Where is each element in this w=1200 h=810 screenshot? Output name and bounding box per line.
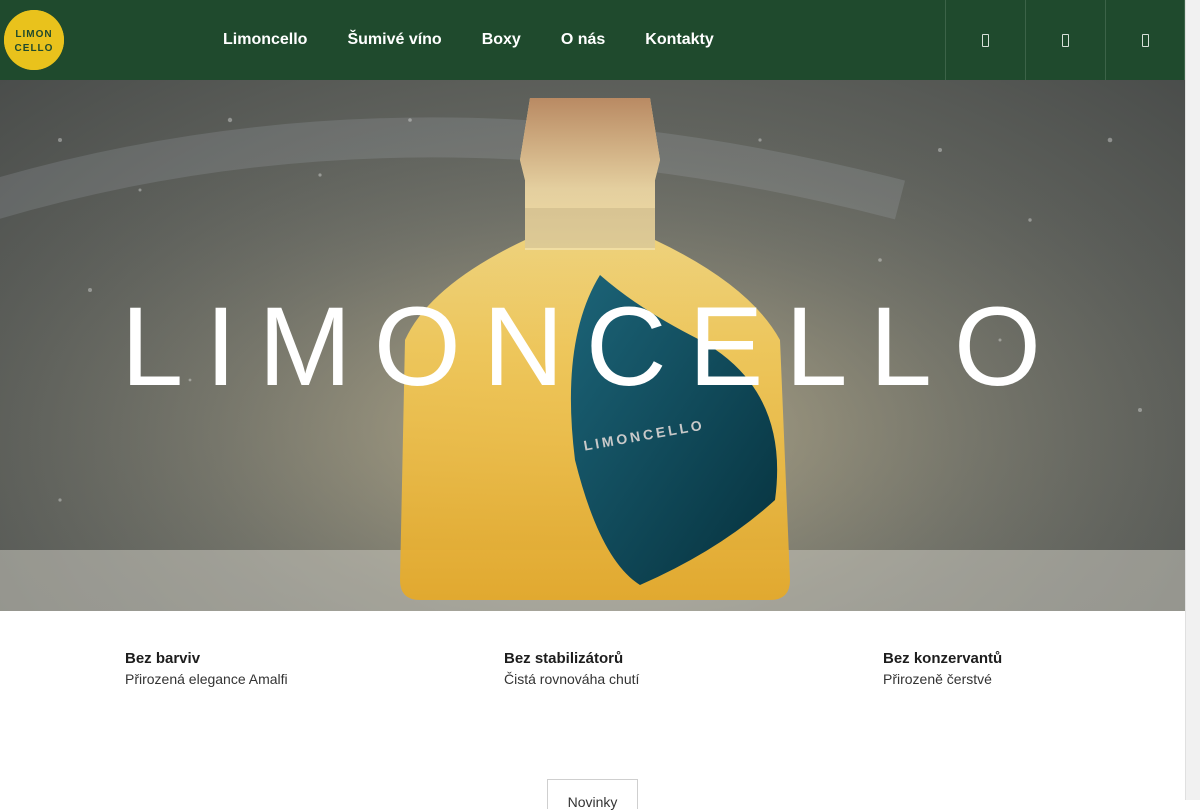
feature-title: Bez barviv xyxy=(125,650,201,667)
nav-kontakty[interactable]: Kontakty xyxy=(645,31,713,49)
main-nav: Limoncello Šumivé víno Boxy O nás Kontak… xyxy=(223,0,754,80)
user-icon xyxy=(1062,33,1069,47)
nav-sumive-vino[interactable]: Šumivé víno xyxy=(347,31,441,49)
account-button[interactable] xyxy=(1025,0,1105,80)
hero-banner: LIMONCELLO LIMONCELLO xyxy=(0,80,1185,611)
feature-no-preservatives: Bez konzervantů Přirozeně čerstvé xyxy=(883,650,1183,687)
feature-no-dyes: Bez barviv Přirozená elegance Amalfi xyxy=(125,650,425,687)
page-scrollbar[interactable] xyxy=(1185,0,1200,800)
site-logo[interactable]: LIMON CELLO xyxy=(4,10,64,70)
feature-no-stabilizers: Bez stabilizátorů Čistá rovnováha chutí xyxy=(504,650,804,687)
logo-mark: LIMON CELLO xyxy=(4,10,64,70)
feature-title: Bez konzervantů xyxy=(883,650,1003,667)
cart-icon xyxy=(1141,33,1149,47)
feature-title: Bez stabilizátorů xyxy=(504,650,624,667)
search-button[interactable] xyxy=(945,0,1025,80)
nav-o-nas[interactable]: O nás xyxy=(561,31,605,49)
hero-title: LIMONCELLO xyxy=(121,284,1063,409)
header-actions xyxy=(945,0,1185,80)
logo-line-1: LIMON xyxy=(15,29,52,40)
feature-subtitle: Přirozená elegance Amalfi xyxy=(125,671,288,687)
logo-line-2: CELLO xyxy=(15,43,54,54)
search-icon xyxy=(982,33,989,47)
cart-button[interactable] xyxy=(1105,0,1185,80)
news-tab-button[interactable]: Novinky xyxy=(547,779,638,810)
hero-wordmark: LIMONCELLO xyxy=(121,284,1063,409)
feature-subtitle: Přirozeně čerstvé xyxy=(883,671,992,687)
nav-limoncello[interactable]: Limoncello xyxy=(223,31,307,49)
nav-boxy[interactable]: Boxy xyxy=(482,31,521,49)
feature-subtitle: Čistá rovnováha chutí xyxy=(504,671,640,687)
site-header: LIMON CELLO Limoncello Šumivé víno Boxy … xyxy=(0,0,1185,80)
